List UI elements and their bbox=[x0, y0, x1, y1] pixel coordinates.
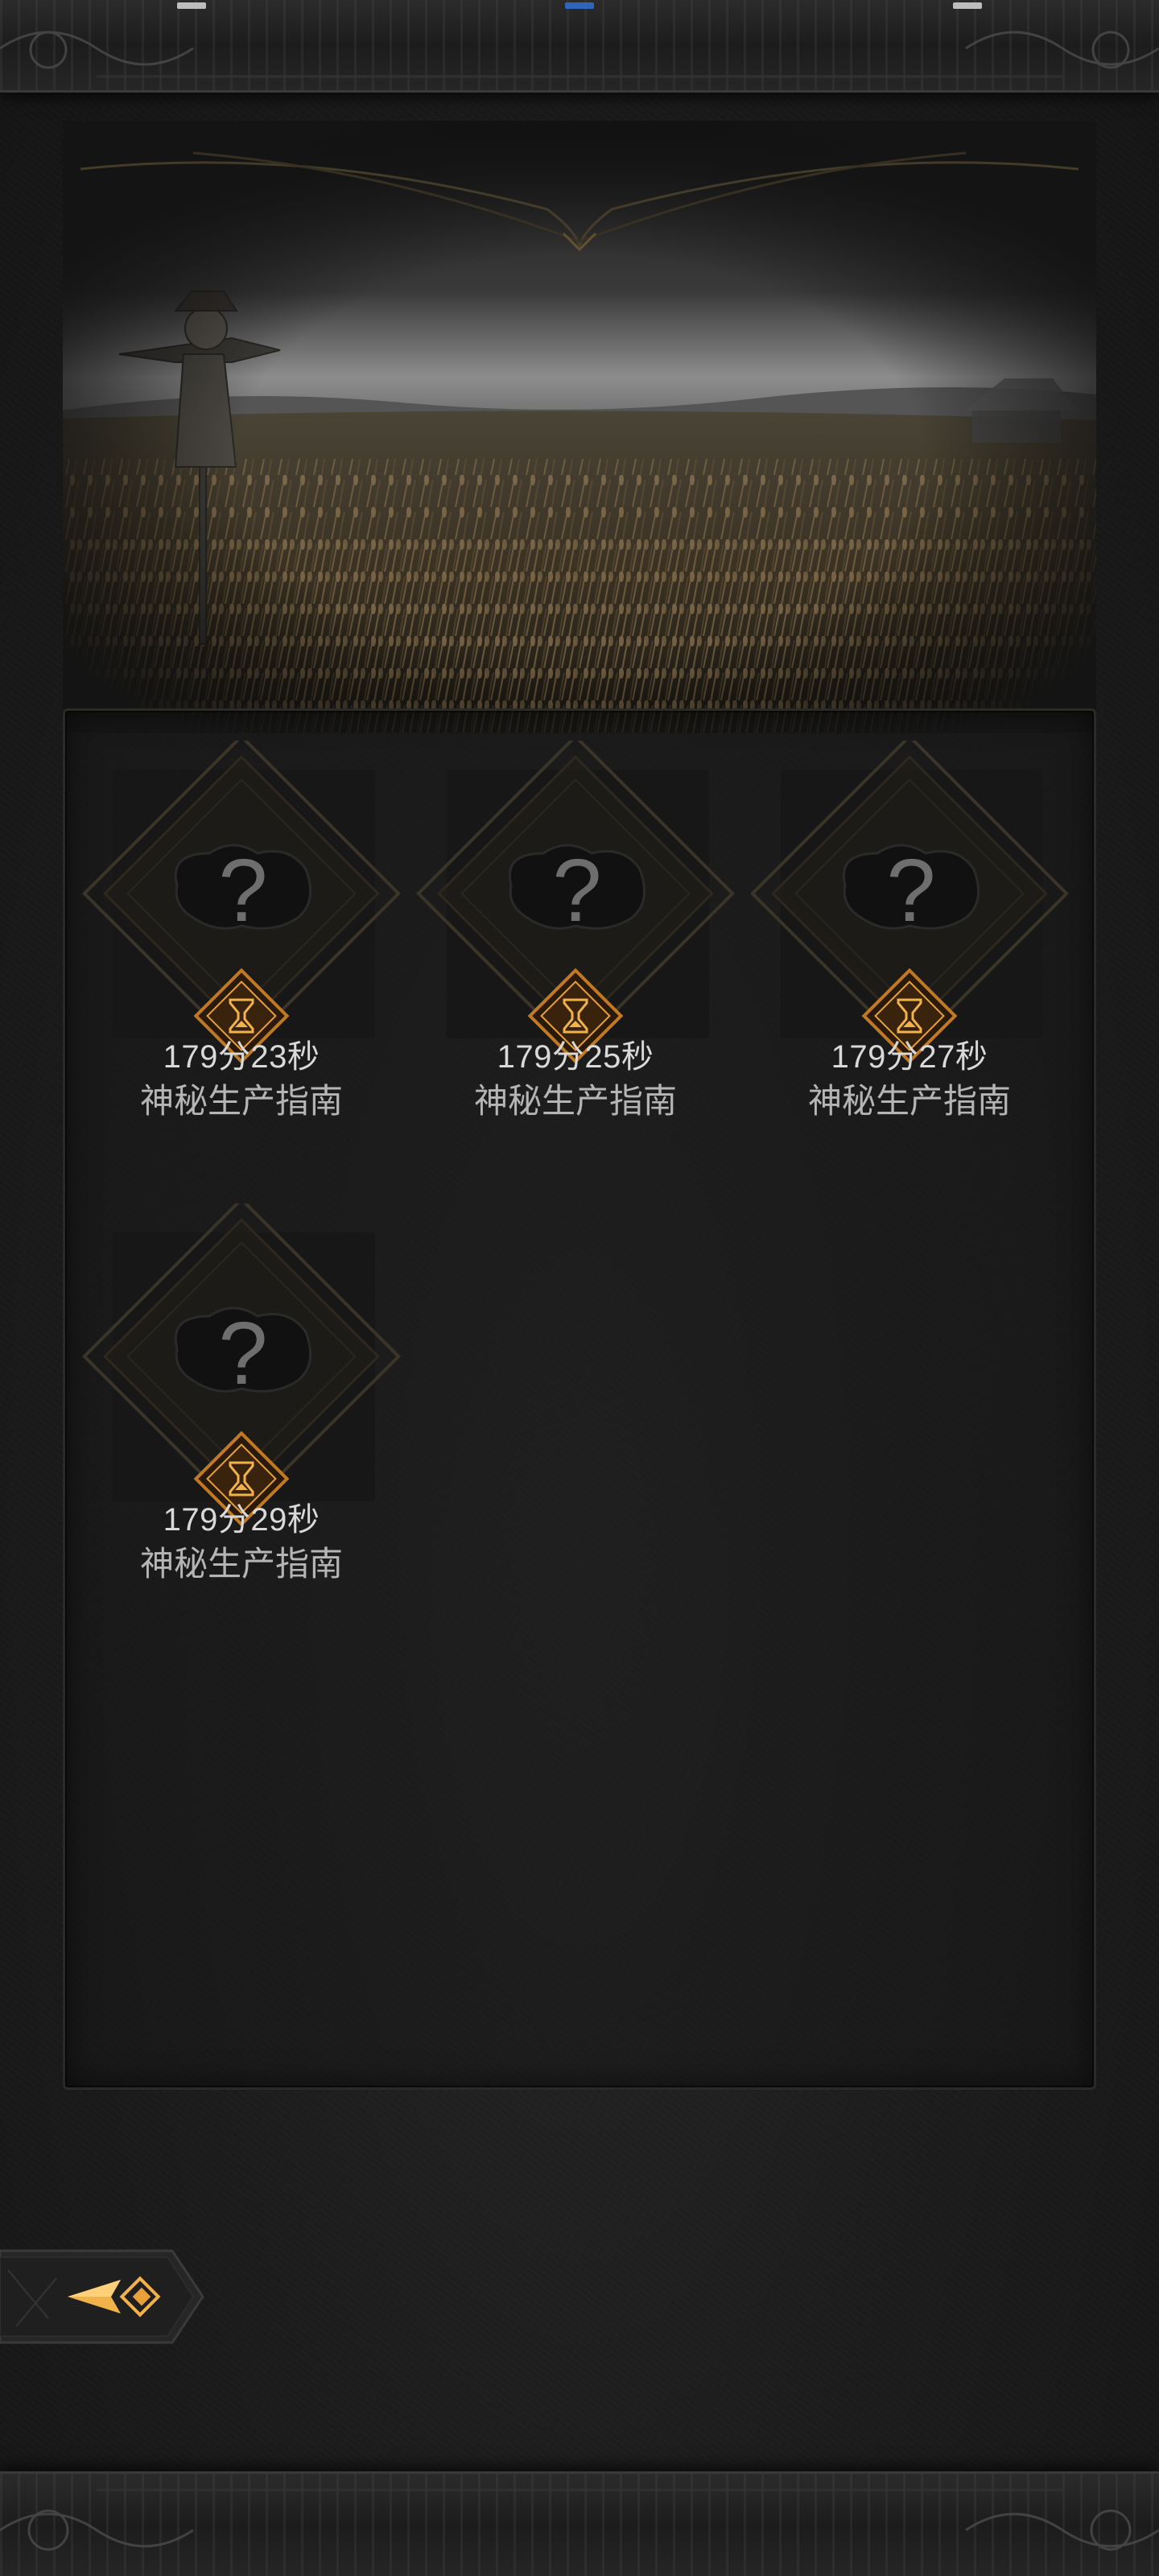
item-timer: 179分29秒 bbox=[163, 1502, 320, 1538]
unknown-mark: ? bbox=[218, 841, 267, 940]
bottom-ornament bbox=[0, 2488, 1159, 2551]
unknown-item-icon: ? bbox=[750, 741, 1069, 1064]
back-button[interactable] bbox=[0, 2246, 208, 2347]
unknown-item-icon: ? bbox=[82, 1203, 401, 1527]
status-indicator bbox=[177, 2, 206, 9]
item-name: 神秘生产指南 bbox=[473, 1082, 677, 1120]
banner-illustration bbox=[63, 121, 1096, 733]
item-name: 神秘生产指南 bbox=[139, 1545, 343, 1583]
item-card[interactable]: ? 179分25秒 神秘生产指南 bbox=[415, 708, 735, 1159]
top-ornate-bar bbox=[0, 0, 1159, 93]
item-timer: 179分25秒 bbox=[497, 1039, 654, 1075]
item-card[interactable]: ? 179分29秒 神秘生产指南 bbox=[80, 1171, 401, 1622]
status-indicator bbox=[953, 2, 982, 9]
unknown-mark: ? bbox=[552, 841, 601, 940]
status-indicator bbox=[565, 2, 594, 9]
unknown-mark: ? bbox=[218, 1304, 267, 1403]
item-card[interactable]: ? 179分23秒 神秘生产指南 bbox=[80, 708, 401, 1159]
bottom-ornate-bar bbox=[0, 2471, 1159, 2576]
item-name: 神秘生产指南 bbox=[139, 1082, 343, 1120]
status-bar bbox=[0, 0, 1159, 11]
top-ornament bbox=[0, 31, 1159, 78]
scarecrow-wheatfield-illustration bbox=[63, 121, 1096, 733]
unknown-item-icon: ? bbox=[82, 741, 401, 1064]
item-timer: 179分23秒 bbox=[163, 1039, 320, 1075]
arrow-left-icon bbox=[0, 2249, 204, 2344]
unknown-mark: ? bbox=[886, 841, 935, 940]
item-name: 神秘生产指南 bbox=[807, 1082, 1011, 1120]
production-guide-screen: ? 179分23秒 神秘生产指南 ? 179分25秒 神秘生产指南 ? 179分… bbox=[0, 0, 1159, 2576]
unknown-item-icon: ? bbox=[416, 741, 735, 1064]
item-card[interactable]: ? 179分27秒 神秘生产指南 bbox=[749, 708, 1069, 1159]
item-timer: 179分27秒 bbox=[831, 1039, 988, 1075]
